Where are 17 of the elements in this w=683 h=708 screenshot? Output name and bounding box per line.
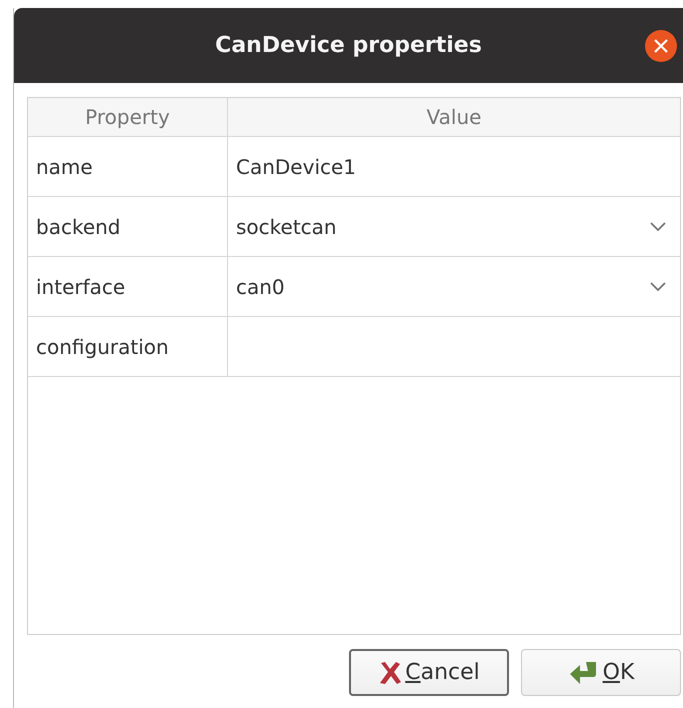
- property-cell: interface: [28, 257, 228, 317]
- property-cell: configuration: [28, 317, 228, 377]
- property-cell: name: [28, 137, 228, 197]
- close-button[interactable]: [645, 30, 677, 62]
- chevron-down-icon: [650, 282, 666, 291]
- value-cell[interactable]: can0: [228, 257, 680, 317]
- window-title: CanDevice properties: [215, 33, 482, 58]
- property-cell: backend: [28, 197, 228, 257]
- cancel-button[interactable]: Cancel: [349, 649, 509, 696]
- column-header: Property: [28, 98, 228, 137]
- value-cell[interactable]: CanDevice1: [228, 137, 680, 197]
- column-header: Value: [228, 98, 680, 137]
- cross-icon: [378, 660, 402, 686]
- chevron-down-icon: [650, 222, 666, 231]
- close-icon: [654, 39, 668, 53]
- value-cell[interactable]: socketcan: [228, 197, 680, 257]
- ok-button[interactable]: OK: [521, 649, 681, 696]
